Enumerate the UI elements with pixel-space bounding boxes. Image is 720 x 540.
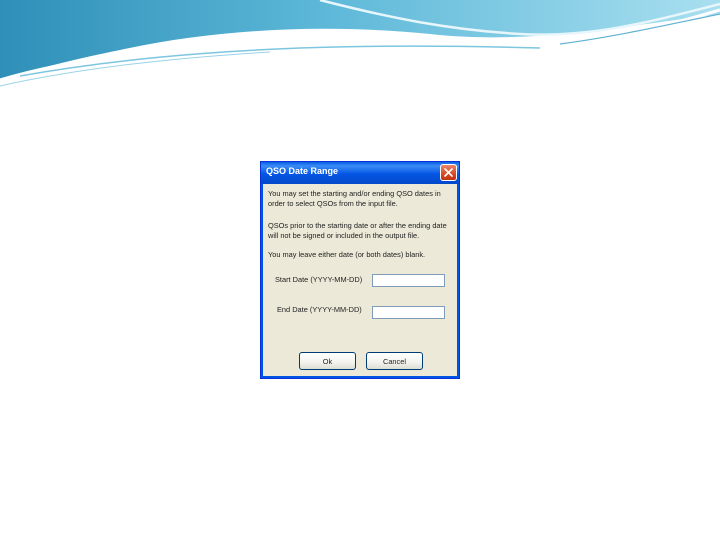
dialog-body: You may set the starting and/or ending Q… xyxy=(266,189,454,374)
instruction-text: QSOs prior to the starting date or after… xyxy=(268,221,447,240)
instruction-text: You may leave either date (or both dates… xyxy=(268,250,426,259)
start-date-label: Start Date (YYYY-MM-DD) xyxy=(275,275,363,284)
ok-button[interactable]: Ok xyxy=(299,352,356,370)
close-icon xyxy=(444,168,453,177)
close-button[interactable] xyxy=(440,164,457,181)
cancel-button[interactable]: Cancel xyxy=(366,352,423,370)
dialog-titlebar[interactable]: QSO Date Range xyxy=(261,162,459,184)
end-date-input[interactable] xyxy=(372,306,445,319)
dialog-title: QSO Date Range xyxy=(266,166,339,176)
instruction-text: You may set the starting and/or ending Q… xyxy=(268,189,441,208)
start-date-input[interactable] xyxy=(372,274,445,287)
end-date-label: End Date (YYYY-MM-DD) xyxy=(277,305,362,314)
slide-header-decoration xyxy=(0,0,720,87)
qso-date-range-dialog: QSO Date Range You may set the starting … xyxy=(260,161,460,379)
